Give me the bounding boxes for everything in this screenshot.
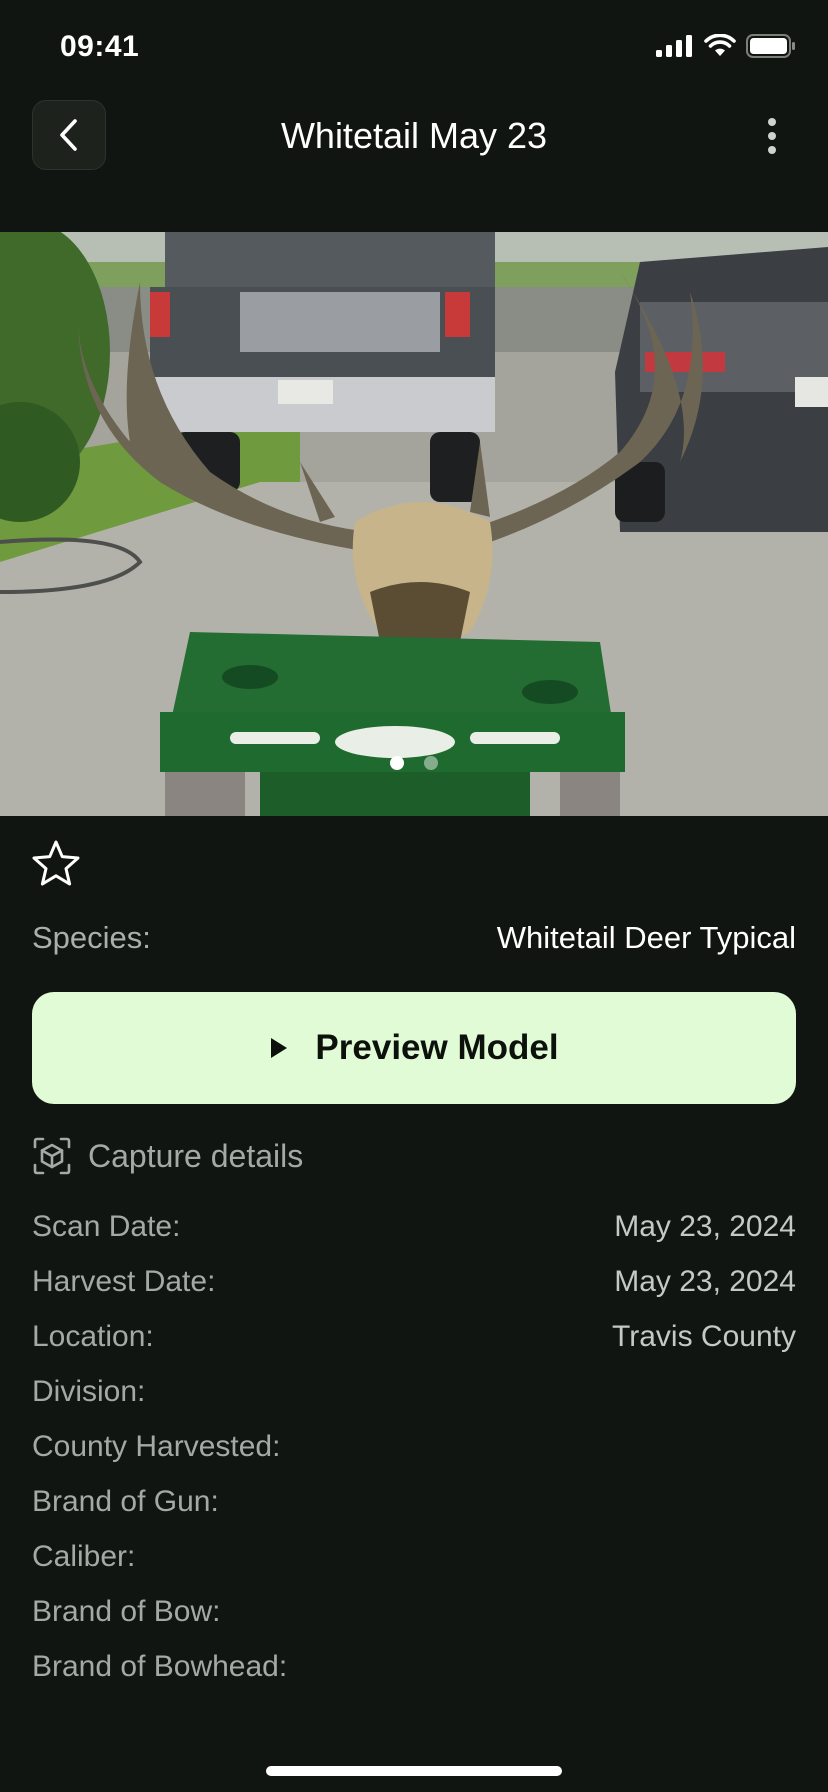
antler-photo-illustration bbox=[0, 232, 828, 816]
gallery-pager[interactable] bbox=[0, 756, 828, 770]
detail-row: Location: Travis County bbox=[32, 1320, 796, 1354]
preview-model-button[interactable]: Preview Model bbox=[32, 992, 796, 1104]
battery-icon bbox=[746, 34, 795, 58]
detail-label: Scan Date: bbox=[32, 1210, 181, 1243]
status-bar: 09:41 bbox=[0, 0, 828, 100]
detail-row: Scan Date: May 23, 2024 bbox=[32, 1210, 796, 1244]
pager-dot[interactable] bbox=[424, 756, 438, 770]
play-icon bbox=[271, 1038, 288, 1058]
favorite-button[interactable] bbox=[30, 838, 82, 890]
wifi-icon bbox=[704, 34, 736, 56]
star-outline-icon bbox=[32, 840, 80, 886]
capture-details-heading: Capture details bbox=[32, 1136, 303, 1176]
detail-row: Brand of Bowhead: bbox=[32, 1650, 796, 1684]
status-icons bbox=[656, 34, 796, 58]
preview-model-label: Preview Model bbox=[315, 1028, 559, 1067]
detail-label: Caliber: bbox=[32, 1540, 136, 1573]
detail-row: Division: bbox=[32, 1375, 796, 1409]
species-label: Species: bbox=[32, 920, 151, 955]
detail-row: Harvest Date: May 23, 2024 bbox=[32, 1265, 796, 1299]
pager-dot-active[interactable] bbox=[390, 756, 404, 770]
detail-row: Caliber: bbox=[32, 1540, 796, 1574]
cube-scan-icon bbox=[33, 1137, 71, 1175]
detail-row: County Harvested: bbox=[32, 1430, 796, 1464]
detail-value: Travis County bbox=[612, 1320, 796, 1353]
capture-details-title: Capture details bbox=[88, 1137, 304, 1174]
detail-value: May 23, 2024 bbox=[614, 1210, 796, 1243]
species-row: Species: Whitetail Deer Typical bbox=[32, 920, 796, 956]
home-indicator[interactable] bbox=[266, 1766, 562, 1776]
detail-row: Brand of Bow: bbox=[32, 1595, 796, 1629]
detail-label: Brand of Gun: bbox=[32, 1485, 219, 1518]
status-time: 09:41 bbox=[60, 30, 140, 63]
signal-icon bbox=[656, 35, 692, 57]
detail-label: Harvest Date: bbox=[32, 1265, 216, 1298]
detail-label: Brand of Bow: bbox=[32, 1595, 221, 1628]
page-title: Whitetail May 23 bbox=[280, 115, 548, 156]
nav-bar: Whitetail May 23 bbox=[0, 100, 828, 210]
antler-photo[interactable] bbox=[0, 232, 828, 816]
detail-value: May 23, 2024 bbox=[614, 1265, 796, 1298]
more-vertical-icon bbox=[768, 118, 776, 126]
detail-label: County Harvested: bbox=[32, 1430, 281, 1463]
detail-label: Brand of Bowhead: bbox=[32, 1650, 288, 1683]
detail-row: Brand of Gun: bbox=[32, 1485, 796, 1519]
detail-label: Division: bbox=[32, 1375, 146, 1408]
detail-label: Location: bbox=[32, 1320, 154, 1353]
more-options-button[interactable] bbox=[760, 118, 784, 154]
species-value: Whitetail Deer Typical bbox=[496, 920, 796, 955]
